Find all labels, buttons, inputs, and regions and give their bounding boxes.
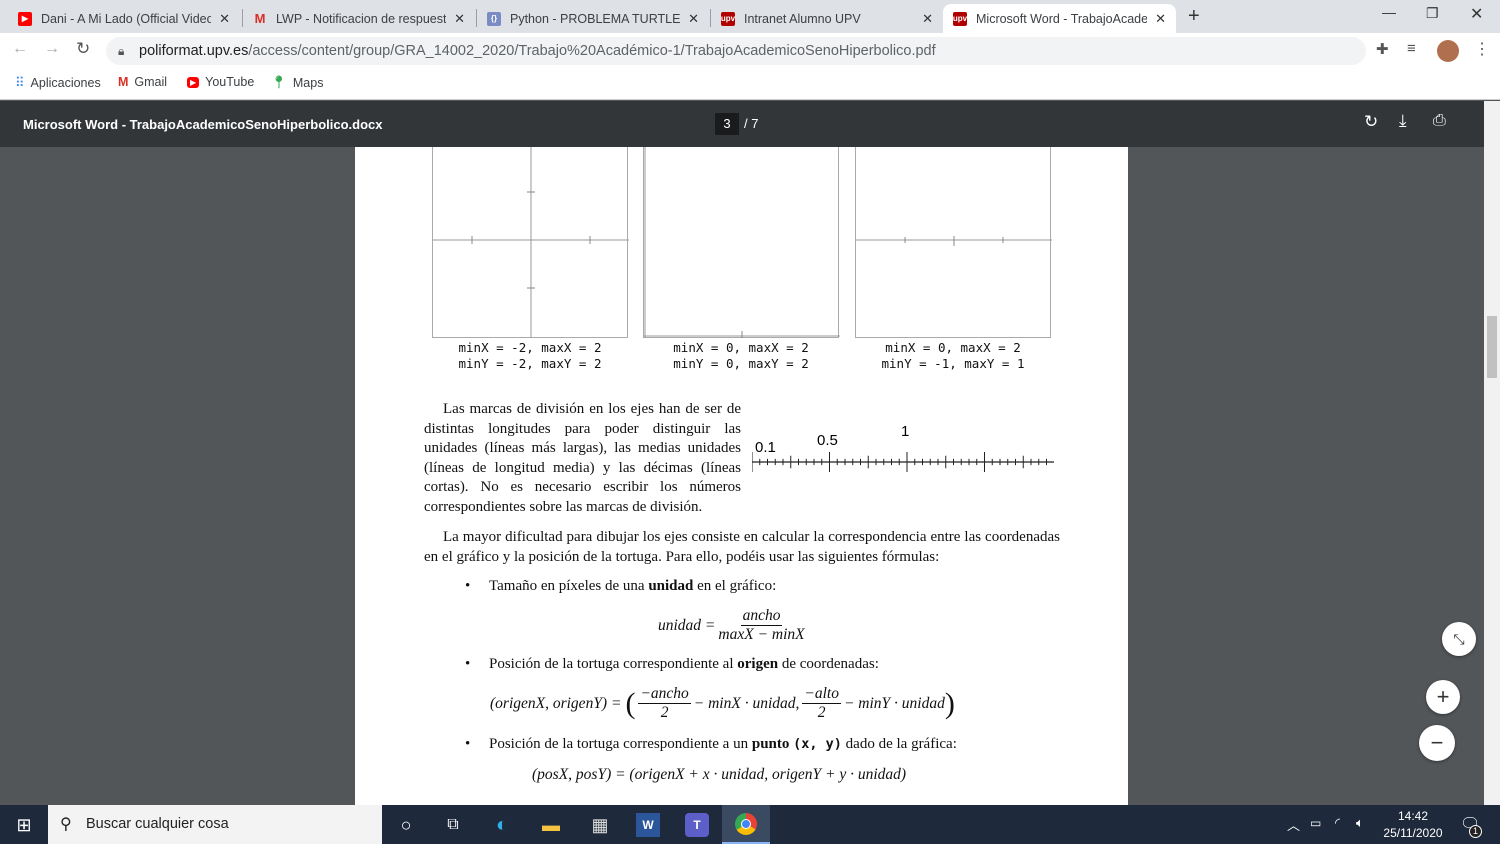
- clock[interactable]: 14:42 25/11/2020: [1380, 808, 1446, 842]
- graph-1: [432, 147, 629, 338]
- cortana-icon[interactable]: ○: [394, 813, 418, 837]
- bullet-origen: Posición de la tortuga correspondiente a…: [465, 656, 879, 673]
- back-icon[interactable]: ←: [12, 40, 28, 58]
- upv-icon: upv: [953, 11, 967, 26]
- graph-2: [643, 147, 840, 338]
- close-tab-icon[interactable]: ✕: [454, 11, 465, 27]
- zoom-in-button[interactable]: +: [1426, 680, 1460, 714]
- paragraph-formulas-intro: La mayor dificultad para dibujar los eje…: [424, 529, 1060, 565]
- graph-2-caption: minX = 0, maxX = 2 minY = 0, maxY = 2: [673, 340, 809, 371]
- axes-graph: [433, 147, 629, 338]
- download-icon[interactable]: ⤓: [1399, 111, 1407, 131]
- chrome-taskbar-button[interactable]: [722, 805, 770, 844]
- battery-icon[interactable]: ▭: [1310, 816, 1321, 830]
- media-icon[interactable]: ≡: [1407, 40, 1416, 57]
- paragraph-tick-marks: Las marcas de división en los ejes han d…: [424, 401, 741, 515]
- youtube-icon: ▶: [187, 76, 200, 88]
- teams-icon[interactable]: T: [685, 813, 709, 837]
- tab-python[interactable]: {}Python - PROBLEMA TURTLE EJES✕: [477, 4, 709, 33]
- close-tab-icon[interactable]: ✕: [219, 11, 230, 27]
- tab-gmail[interactable]: M LWP - Notificacion de respuesta a ✕: [243, 4, 475, 33]
- lock-icon: 🔒︎: [118, 44, 125, 58]
- bookmark-apps[interactable]: ⠿ Aplicaciones: [15, 75, 101, 91]
- bookmark-gmail[interactable]: M Gmail: [118, 75, 167, 89]
- gmail-icon: M: [254, 11, 266, 26]
- graph-3-caption: minX = 0, maxX = 2 minY = -1, maxY = 1: [881, 340, 1025, 371]
- bookmark-maps[interactable]: 📍︎ Maps: [271, 75, 323, 90]
- scrollbar[interactable]: [1484, 101, 1500, 805]
- extensions-icon[interactable]: ✚: [1376, 40, 1389, 58]
- edge-icon[interactable]: ◐: [490, 813, 514, 837]
- zoom-out-button[interactable]: −: [1419, 725, 1455, 761]
- scrollbar-thumb[interactable]: [1487, 316, 1497, 378]
- doc-icon: {}: [487, 11, 501, 26]
- bookmarks-bar: ⠿ Aplicaciones M Gmail ▶ YouTube 📍︎ Maps: [0, 68, 1500, 100]
- store-icon[interactable]: ▦: [588, 813, 612, 837]
- bookmark-youtube[interactable]: ▶ YouTube: [187, 75, 254, 89]
- close-tab-icon[interactable]: ✕: [1155, 11, 1166, 27]
- upv-icon: upv: [721, 11, 735, 26]
- menu-icon[interactable]: ⋮: [1474, 39, 1490, 59]
- reload-icon[interactable]: ↻: [76, 39, 90, 59]
- chrome-icon: [735, 813, 757, 835]
- tab-intranet[interactable]: upv Intranet Alumno UPV ✕: [711, 4, 943, 33]
- pdf-page: minX = -2, maxX = 2 minY = -2, maxY = 2 m…: [355, 147, 1128, 807]
- close-window-button[interactable]: ✕: [1470, 4, 1483, 24]
- avatar[interactable]: [1437, 40, 1459, 62]
- maps-pin-icon: 📍︎: [271, 75, 287, 89]
- taskbar: ⊞ ⚲ Buscar cualquier cosa ○ ⧉ ◐ ▬ ▦ W T …: [0, 805, 1500, 844]
- tab-youtube[interactable]: ▶ Dani - A Mi Lado (Official Video) ✕: [8, 4, 240, 33]
- page-number-input[interactable]: 3: [715, 113, 739, 135]
- task-view-icon[interactable]: ⧉: [441, 813, 465, 837]
- tray-chevron-icon[interactable]: ︿: [1287, 815, 1300, 834]
- pdf-title: Microsoft Word - TrabajoAcademicoSenoHip…: [23, 117, 383, 132]
- pdf-toolbar: Microsoft Word - TrabajoAcademicoSenoHip…: [0, 101, 1484, 147]
- search-icon: ⚲: [60, 816, 72, 833]
- formula-unidad: unidad = ancho maxX − minX: [658, 607, 805, 643]
- file-explorer-icon[interactable]: ▬: [539, 813, 563, 837]
- word-icon[interactable]: W: [636, 813, 660, 837]
- new-tab-button[interactable]: +: [1188, 5, 1200, 28]
- wifi-icon[interactable]: ◜: [1335, 815, 1340, 831]
- forward-icon[interactable]: →: [44, 40, 60, 58]
- gmail-icon: M: [118, 75, 129, 89]
- graph-1-caption: minX = -2, maxX = 2 minY = -2, maxY = 2: [458, 340, 602, 371]
- graph-3: [855, 147, 1052, 338]
- youtube-icon: ▶: [18, 11, 32, 26]
- address-bar[interactable]: 🔒︎ poliformat.upv.es/access/content/grou…: [106, 37, 1366, 65]
- volume-icon[interactable]: 🔈︎: [1356, 815, 1364, 831]
- notification-count-badge: 1: [1469, 825, 1482, 838]
- bullet-punto: Posición de la tortuga correspondiente a…: [465, 736, 957, 753]
- minimize-button[interactable]: —: [1382, 4, 1396, 20]
- number-line-figure: 0.1 0.5 1: [751, 423, 1054, 472]
- formula-origen: (origenX, origenY) =(−ancho 2− minX · uni…: [490, 685, 955, 721]
- tab-word-pdf[interactable]: upvMicrosoft Word - TrabajoAcademicoSeno…: [943, 4, 1176, 33]
- bullet-unidad: Tamaño en píxeles de una unidad en el gr…: [465, 578, 776, 595]
- maximize-button[interactable]: ❐: [1426, 5, 1439, 22]
- search-input[interactable]: ⚲ Buscar cualquier cosa: [48, 805, 382, 844]
- close-tab-icon[interactable]: ✕: [922, 11, 933, 27]
- page-total: / 7: [744, 116, 759, 131]
- tab-bar: ▶ Dani - A Mi Lado (Official Video) ✕ M LWP…: [0, 0, 1500, 33]
- apps-grid-icon: ⠿: [15, 75, 25, 90]
- fit-page-button[interactable]: ⤡: [1442, 622, 1476, 656]
- windows-start-icon[interactable]: ⊞: [12, 813, 36, 837]
- print-icon[interactable]: ⎙: [1433, 112, 1446, 130]
- rotate-icon[interactable]: ↻: [1364, 112, 1378, 132]
- formula-punto: (posX, posY) = (origenX + x · unidad, or…: [532, 766, 907, 783]
- close-tab-icon[interactable]: ✕: [688, 11, 699, 27]
